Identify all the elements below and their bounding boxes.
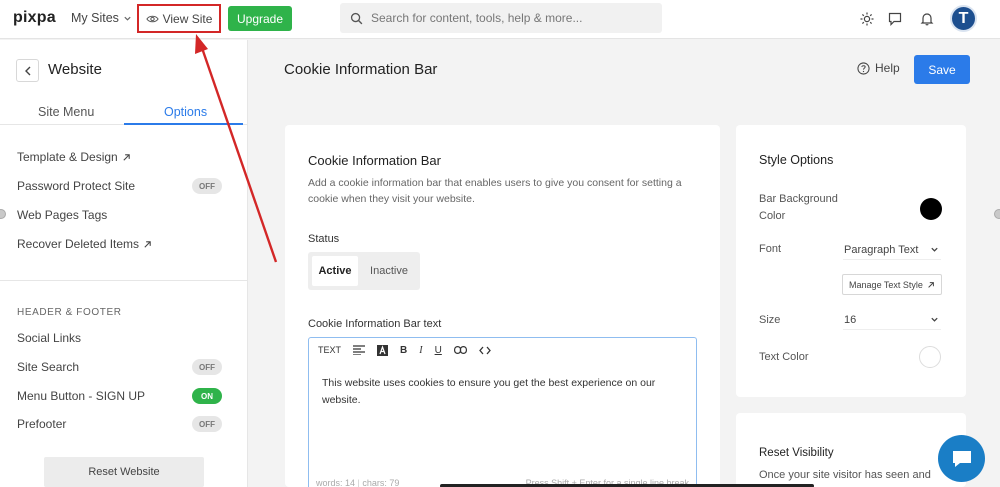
annotation-arrow	[195, 34, 278, 263]
